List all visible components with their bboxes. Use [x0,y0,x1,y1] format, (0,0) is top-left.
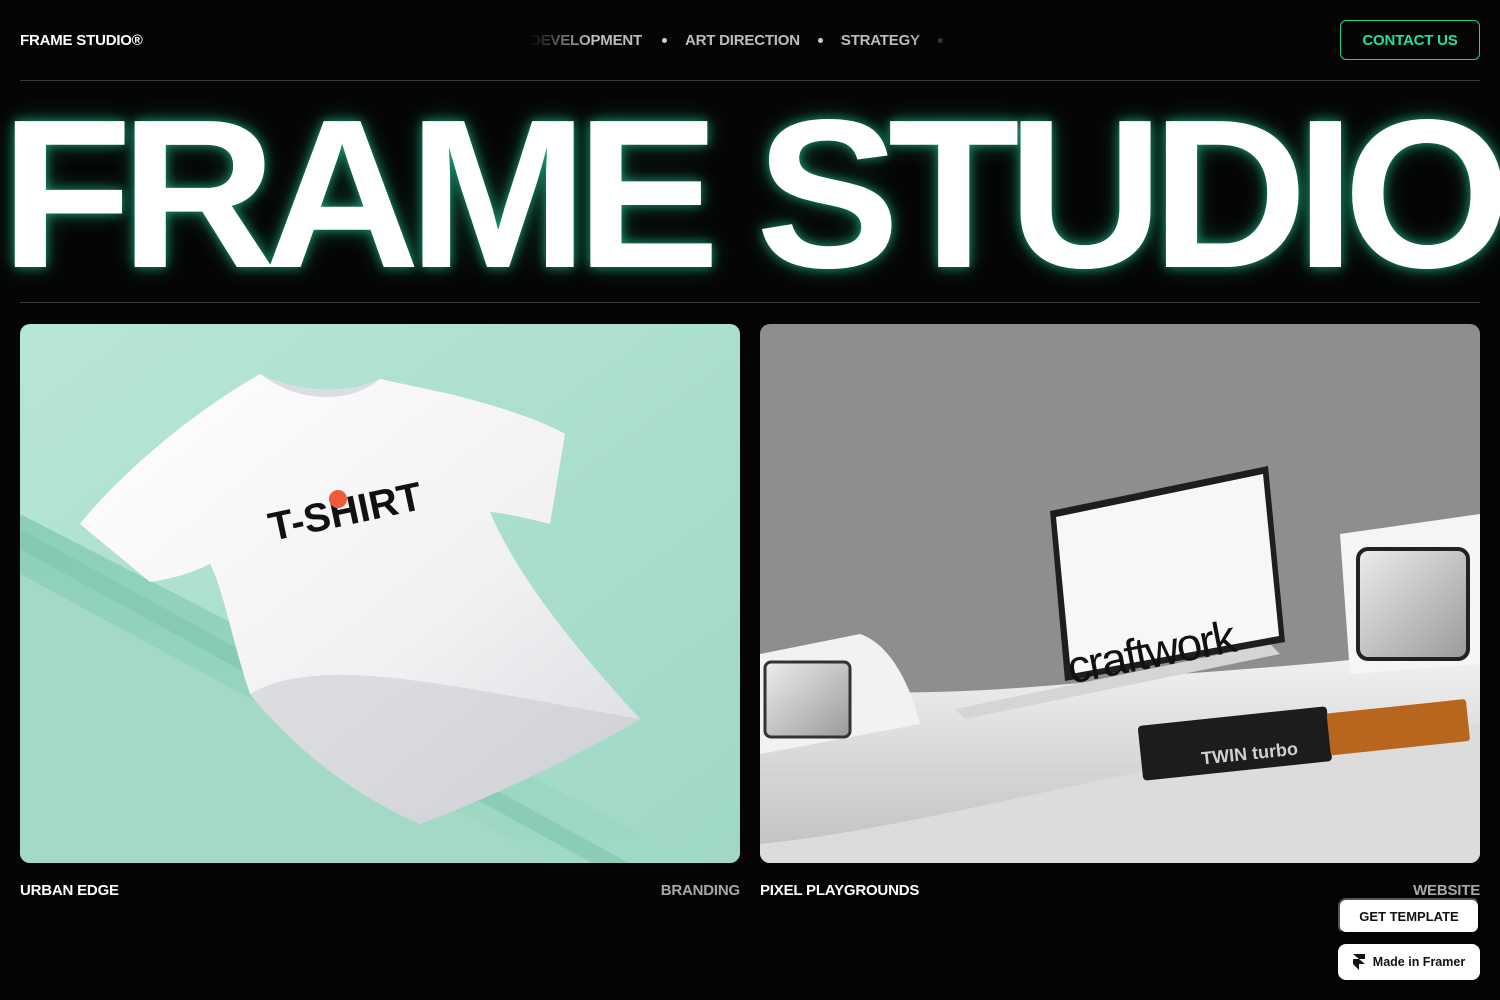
project-caption-urban-edge: URBAN EDGE BRANDING [20,882,740,899]
project-card-pixel-playgrounds[interactable]: TWIN turbo craftwork [760,324,1480,863]
services-ticker: DEVELOPMENT ART DIRECTION STRATEGY [530,0,950,80]
ticker-item-strategy: STRATEGY [840,31,920,49]
site-logo[interactable]: FRAME STUDIO® [20,32,143,49]
contact-us-button[interactable]: CONTACT US [1340,20,1480,60]
ticker-item-development: DEVELOPMENT [530,31,642,49]
get-template-button[interactable]: GET TEMPLATE [1338,898,1480,934]
laptop-car-mockup-image: TWIN turbo craftwork [760,324,1480,863]
project-card-urban-edge[interactable]: T-SHIRT [20,324,740,863]
project-category: BRANDING [660,882,740,899]
made-in-framer-label: Made in Framer [1372,955,1466,969]
project-title[interactable]: PIXEL PLAYGROUNDS [760,882,919,899]
made-in-framer-badge[interactable]: Made in Framer [1338,944,1480,980]
hero-section: FRAME STUDIO [0,88,1500,300]
hero-title: FRAME STUDIO [0,75,1500,312]
hero-divider [20,302,1480,303]
project-caption-pixel-playgrounds: PIXEL PLAYGROUNDS WEBSITE [760,882,1480,899]
ticker-item-art-direction: ART DIRECTION [684,31,800,49]
project-title[interactable]: URBAN EDGE [20,882,119,899]
tshirt-mockup-image: T-SHIRT [20,324,740,863]
project-category: WEBSITE [1413,882,1480,899]
ticker-dot [937,37,943,43]
ticker-dot [817,37,823,43]
framer-logo-icon [1352,954,1365,970]
ticker-dot [661,37,667,43]
